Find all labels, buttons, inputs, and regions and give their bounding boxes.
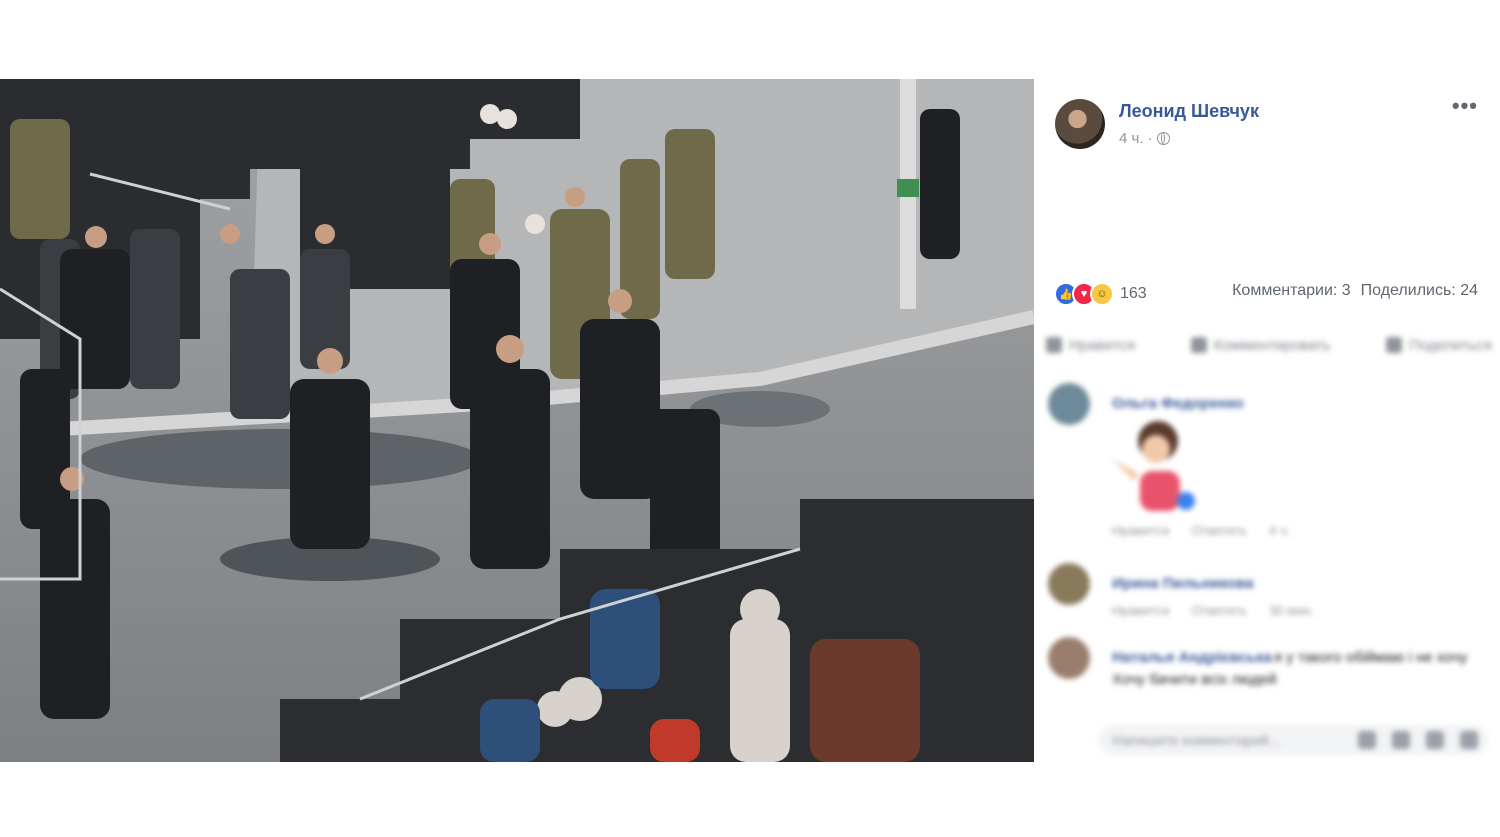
comment-item: Ирина Пильникова Нравится Ответить 30 ми… [1048,563,1488,633]
comments-count-link[interactable]: Комментарии: 3 [1232,282,1351,300]
commenter-name[interactable]: Ирина Пильникова [1112,575,1254,592]
more-options-button[interactable]: ••• [1452,95,1478,117]
comment-time: 30 мин. [1268,603,1315,618]
post-meta: 4 ч. · [1119,130,1170,147]
comment-time: 4 ч. [1268,523,1291,538]
emoji-icon[interactable] [1358,731,1376,749]
sticker-image [1112,419,1198,517]
comment-input-tools [1358,731,1478,749]
comment-footer: Нравится Ответить 30 мин. [1112,603,1314,618]
comment-like-link[interactable]: Нравится [1112,523,1169,538]
comment-footer: Нравится Ответить 4 ч. [1112,523,1290,538]
post-actions: Нравится Комментировать Поделиться [1046,333,1492,357]
reaction-count: 163 [1120,285,1147,302]
comment-input[interactable]: Напишите комментарий... [1098,725,1488,755]
thumbs-up-icon [1046,337,1062,353]
comment-like-link[interactable]: Нравится [1112,603,1169,618]
crowd-photo-illustration [0,79,1034,762]
reaction-summary[interactable]: 👍 ♥ ☺ 163 [1054,282,1147,306]
comment-reply-link[interactable]: Ответить [1191,523,1247,538]
like-button[interactable]: Нравится [1046,333,1135,357]
commenter-name[interactable]: Ольга Федоренко [1112,395,1244,412]
comment-button[interactable]: Комментировать [1190,333,1331,357]
author-avatar[interactable] [1055,99,1105,149]
camera-icon[interactable] [1392,731,1410,749]
comment-text-line2: Хочу бачити всіх людей [1112,671,1277,688]
post-sidebar: Леонид Шевчук 4 ч. · ••• 👍 ♥ ☺ 163 Комме… [1034,79,1500,762]
comment-item: Ольга Федоренко Нравится Ответить 4 ч. [1048,383,1488,543]
commenter-avatar[interactable] [1048,563,1090,605]
comment-button-label: Комментировать [1213,336,1331,354]
like-button-label: Нравится [1069,336,1136,354]
commenter-avatar[interactable] [1048,383,1090,425]
commenter-name[interactable]: Наталья Андрієвська [1112,649,1272,666]
reaction-stats: 👍 ♥ ☺ 163 Комментарии: 3 Поделились: 24 [1054,282,1480,306]
share-button[interactable]: Поделиться [1386,333,1492,357]
speech-bubble-icon [1190,337,1207,353]
commenter-avatar[interactable] [1048,637,1090,679]
meta-separator: · [1147,130,1153,147]
globe-icon [1156,132,1170,145]
share-arrow-icon [1386,337,1403,353]
gif-icon[interactable] [1426,731,1444,749]
post-photo[interactable] [0,79,1034,762]
post-time[interactable]: 4 ч. [1119,130,1144,147]
haha-icon: ☺ [1090,282,1114,306]
comment-input-placeholder: Напишите комментарий... [1112,732,1281,748]
shares-count-link[interactable]: Поделились: 24 [1361,282,1478,300]
comment-text: я у такого обіймаю і не хочу [1274,649,1468,666]
sticker-icon[interactable] [1460,731,1478,749]
author-name[interactable]: Леонид Шевчук [1119,101,1259,122]
share-button-label: Поделиться [1409,336,1492,354]
facebook-post: Леонид Шевчук 4 ч. · ••• 👍 ♥ ☺ 163 Комме… [0,79,1500,762]
comment-item: Наталья Андрієвська я у такого обіймаю і… [1048,637,1488,697]
comment-reply-link[interactable]: Ответить [1191,603,1247,618]
